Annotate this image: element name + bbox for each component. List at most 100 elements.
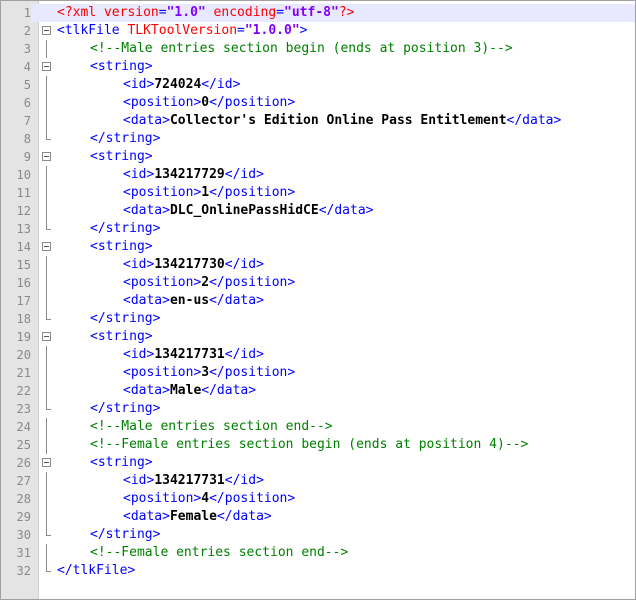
code-line[interactable]: 17 <data>en-us</data> — [1, 292, 635, 310]
code-line[interactable]: 16 <position>2</position> — [1, 274, 635, 292]
code-editor[interactable]: 1 <?xml version="1.0" encoding="utf-8"?> 2… — [0, 0, 636, 600]
code-text[interactable]: <id>134217729</id> — [123, 166, 264, 184]
code-line[interactable]: 25 <!--Female entries section begin (ends… — [1, 436, 635, 454]
code-text[interactable]: <position>2</position> — [123, 274, 295, 292]
code-text[interactable]: </string> — [90, 400, 160, 418]
fold-guide-icon — [41, 346, 53, 364]
code-text[interactable]: <data>en-us</data> — [123, 292, 264, 310]
code-line[interactable]: 1 <?xml version="1.0" encoding="utf-8"?> — [1, 4, 635, 22]
code-line[interactable]: 19 <string> — [1, 328, 635, 346]
minus-box-icon[interactable] — [42, 332, 51, 341]
token-txt: 3 — [201, 365, 210, 380]
code-line[interactable]: 7 <data>Collector's Edition Online Pass E… — [1, 112, 635, 130]
code-line[interactable]: 4 <string> — [1, 58, 635, 76]
code-line[interactable]: 32 </tlkFile> — [1, 562, 635, 580]
line-number: 7 — [23, 114, 31, 128]
token-tag: <id> — [123, 167, 155, 182]
fold-collapse-icon[interactable] — [41, 22, 53, 40]
code-text[interactable]: </string> — [90, 310, 160, 328]
minus-box-icon[interactable] — [42, 62, 51, 71]
token-tag: </string> — [90, 311, 161, 326]
minus-box-icon[interactable] — [42, 26, 51, 35]
code-text[interactable]: <data>Male</data> — [123, 382, 256, 400]
code-line[interactable]: 11 <position>1</position> — [1, 184, 635, 202]
code-text[interactable]: <?xml version="1.0" encoding="utf-8"?> — [57, 4, 354, 22]
code-text[interactable]: <!--Male entries section end--> — [90, 418, 333, 436]
code-line[interactable]: 28 <position>4</position> — [1, 490, 635, 508]
code-text[interactable]: <position>1</position> — [123, 184, 295, 202]
code-text[interactable]: <data>DLC_OnlinePassHidCE</data> — [123, 202, 373, 220]
code-text[interactable]: <string> — [90, 454, 153, 472]
code-line[interactable]: 15 <id>134217730</id> — [1, 256, 635, 274]
code-text[interactable]: <!--Female entries section begin (ends a… — [90, 436, 528, 454]
code-line[interactable]: 23 </string> — [1, 400, 635, 418]
minus-box-icon[interactable] — [42, 152, 51, 161]
code-line[interactable]: 24 <!--Male entries section end--> — [1, 418, 635, 436]
code-text[interactable]: </string> — [90, 130, 160, 148]
code-line[interactable]: 14 <string> — [1, 238, 635, 256]
code-line[interactable]: 18 </string> — [1, 310, 635, 328]
code-text[interactable]: <data>Collector's Edition Online Pass En… — [123, 112, 561, 130]
minus-box-icon[interactable] — [42, 458, 51, 467]
token-tag: </id> — [224, 257, 264, 272]
fold-collapse-icon[interactable] — [41, 58, 53, 76]
token-tag: </id> — [224, 347, 264, 362]
token-tag: <data> — [123, 203, 170, 218]
code-text[interactable]: <string> — [90, 238, 153, 256]
code-line[interactable]: 5 <id>724024</id> — [1, 76, 635, 94]
fold-guide-icon — [41, 292, 53, 310]
code-line[interactable]: 9 <string> — [1, 148, 635, 166]
code-line[interactable]: 30 </string> — [1, 526, 635, 544]
code-text[interactable]: <!--Male entries section begin (ends at … — [90, 40, 513, 58]
code-text[interactable]: </string> — [90, 220, 160, 238]
token-txt: en-us — [169, 293, 210, 308]
fold-collapse-icon[interactable] — [41, 328, 53, 346]
code-text[interactable]: <id>724024</id> — [123, 76, 240, 94]
token-txt: Male — [169, 383, 202, 398]
code-line[interactable]: 3 <!--Male entries section begin (ends at… — [1, 40, 635, 58]
code-text[interactable]: <position>3</position> — [123, 364, 295, 382]
code-text[interactable]: <tlkFile TLKToolVersion="1.0.0"> — [57, 22, 307, 40]
code-line[interactable]: 2 <tlkFile TLKToolVersion="1.0.0"> — [1, 22, 635, 40]
code-text[interactable]: <string> — [90, 148, 153, 166]
code-line[interactable]: 29 <data>Female</data> — [1, 508, 635, 526]
fold-guide-line — [46, 436, 47, 454]
code-line[interactable]: 10 <id>134217729</id> — [1, 166, 635, 184]
code-line[interactable]: 22 <data>Male</data> — [1, 382, 635, 400]
fold-collapse-icon[interactable] — [41, 238, 53, 256]
code-text[interactable]: <id>134217730</id> — [123, 256, 264, 274]
code-line[interactable]: 8 </string> — [1, 130, 635, 148]
line-number: 1 — [1, 4, 31, 22]
code-text[interactable]: <string> — [90, 328, 153, 346]
code-line[interactable]: 31 <!--Female entries section end--> — [1, 544, 635, 562]
fold-guide-icon — [41, 94, 53, 112]
code-text[interactable]: <position>4</position> — [123, 490, 295, 508]
line-number: 2 — [23, 24, 31, 38]
code-line[interactable]: 27 <id>134217731</id> — [1, 472, 635, 490]
minus-box-icon[interactable] — [42, 242, 51, 251]
code-line[interactable]: 6 <position>0</position> — [1, 94, 635, 112]
code-text[interactable]: <id>134217731</id> — [123, 472, 264, 490]
token-tag: </id> — [224, 167, 264, 182]
code-text[interactable]: <id>134217731</id> — [123, 346, 264, 364]
token-comment: <!--Female entries section begin (ends a… — [90, 437, 529, 452]
token-txt: 134217729 — [154, 167, 225, 182]
token-txt: 1 — [201, 185, 210, 200]
token-tag: </string> — [90, 527, 161, 542]
token-txt: 134217731 — [154, 347, 225, 362]
code-line[interactable]: 12 <data>DLC_OnlinePassHidCE</data> — [1, 202, 635, 220]
code-line[interactable]: 26 <string> — [1, 454, 635, 472]
token-tag: = — [158, 5, 167, 20]
code-line[interactable]: 21 <position>3</position> — [1, 364, 635, 382]
code-text[interactable]: <data>Female</data> — [123, 508, 272, 526]
code-text[interactable]: </string> — [90, 526, 160, 544]
code-text[interactable]: <position>0</position> — [123, 94, 295, 112]
fold-collapse-icon[interactable] — [41, 454, 53, 472]
fold-guide-icon — [41, 202, 53, 220]
code-text[interactable]: </tlkFile> — [57, 562, 135, 580]
fold-collapse-icon[interactable] — [41, 148, 53, 166]
code-line[interactable]: 20 <id>134217731</id> — [1, 346, 635, 364]
code-text[interactable]: <string> — [90, 58, 153, 76]
code-line[interactable]: 13 </string> — [1, 220, 635, 238]
code-text[interactable]: <!--Female entries section end--> — [90, 544, 348, 562]
